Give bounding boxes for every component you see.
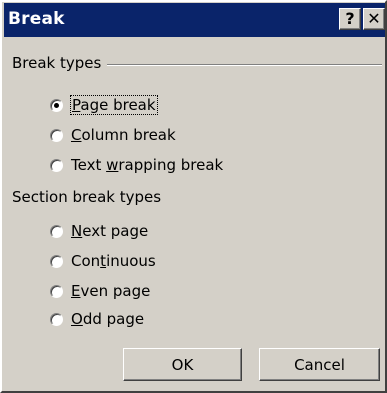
cancel-button[interactable]: Cancel: [259, 348, 380, 381]
radio-label: Continuous: [71, 252, 156, 270]
radio-continuous[interactable]: Continuous: [50, 250, 156, 272]
radio-label: Next page: [71, 222, 149, 240]
help-icon: ?: [345, 9, 355, 28]
close-button[interactable]: ✕: [363, 8, 385, 30]
radio-label: Page break: [70, 95, 158, 115]
title-bar[interactable]: Break ? ✕: [4, 3, 385, 37]
radio-odd-page[interactable]: Odd page: [50, 308, 144, 330]
radio-indicator[interactable]: [50, 224, 63, 238]
break-dialog: Break ? ✕ Break types Page break Column …: [0, 0, 387, 393]
radio-indicator[interactable]: [50, 158, 63, 172]
radio-indicator[interactable]: [50, 312, 63, 326]
radio-label: Column break: [71, 126, 176, 144]
break-types-label: Break types: [12, 54, 108, 72]
dialog-title: Break: [8, 9, 65, 29]
radio-indicator[interactable]: [50, 254, 63, 268]
section-break-types-label: Section break types: [12, 188, 168, 206]
ok-button[interactable]: OK: [123, 348, 242, 381]
radio-indicator[interactable]: [50, 284, 63, 298]
radio-label: Even page: [71, 282, 151, 300]
radio-indicator[interactable]: [50, 98, 63, 112]
radio-even-page[interactable]: Even page: [50, 280, 150, 302]
radio-label: Odd page: [71, 310, 145, 328]
close-icon: ✕: [367, 9, 381, 28]
radio-text-wrapping-break[interactable]: Text wrapping break: [50, 154, 223, 176]
help-button[interactable]: ?: [339, 8, 361, 30]
radio-label: Text wrapping break: [71, 156, 224, 174]
radio-column-break[interactable]: Column break: [50, 124, 176, 146]
radio-indicator[interactable]: [50, 128, 63, 142]
radio-page-break[interactable]: Page break: [50, 94, 158, 116]
radio-next-page[interactable]: Next page: [50, 220, 148, 242]
